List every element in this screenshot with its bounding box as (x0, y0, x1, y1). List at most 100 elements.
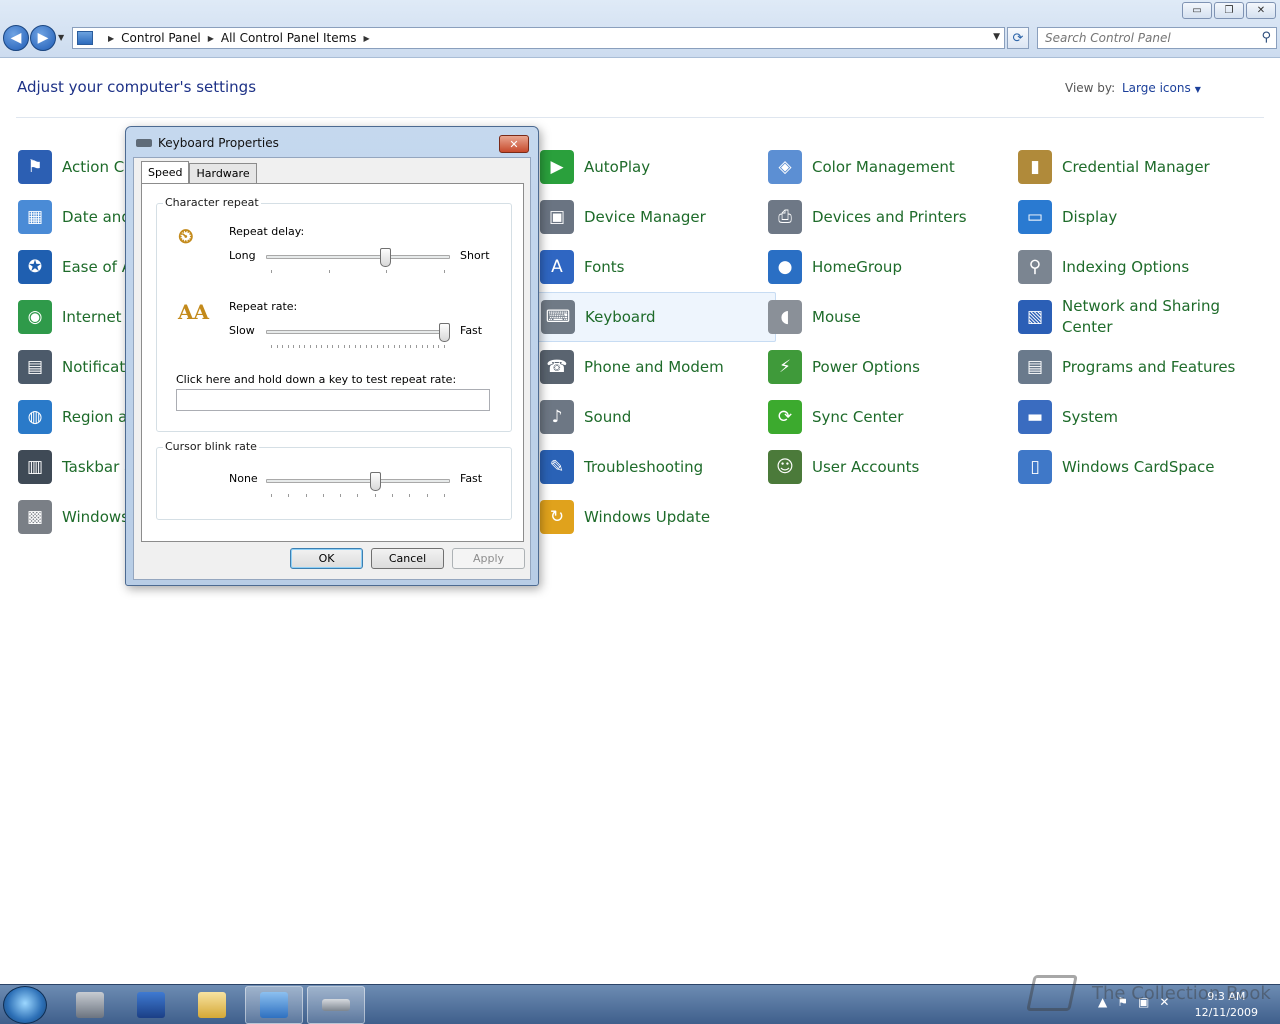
restore-button[interactable]: ❐ (1214, 2, 1244, 19)
cp-item-sync-center[interactable]: ⟳ Sync Center (750, 392, 990, 442)
flag-icon: ⚑ (18, 150, 52, 184)
taskbar-icon: ▥ (18, 450, 52, 484)
dialog-tabs: Speed Hardware (141, 161, 257, 183)
repeat-rate-slider[interactable] (439, 323, 450, 342)
cp-item-indexing-options[interactable]: ⚲ Indexing Options (1000, 242, 1240, 292)
taskbar-keyboard-properties[interactable] (307, 986, 365, 1024)
cp-item-homegroup[interactable]: ● HomeGroup (750, 242, 990, 292)
apply-button[interactable]: Apply (452, 548, 525, 569)
network-icon: ▧ (1018, 300, 1052, 334)
windows-update-icon: ↻ (540, 500, 574, 534)
taskbar-server-manager[interactable] (61, 986, 119, 1024)
cp-item-label: User Accounts (812, 457, 920, 476)
system-icon: ▬ (1018, 400, 1052, 434)
repeat-delay-track[interactable] (266, 255, 450, 259)
cp-item-devices-and-printers[interactable]: ⎙ Devices and Printers (750, 192, 990, 242)
firewall-icon: ▩ (18, 500, 52, 534)
cursor-blink-group: Cursor blink rate None Fast (156, 440, 512, 520)
cp-item-keyboard[interactable]: ⌨ Keyboard (536, 292, 776, 342)
homegroup-icon: ● (768, 250, 802, 284)
cp-item-mouse[interactable]: ◖ Mouse (750, 292, 990, 342)
printer-icon: ⎙ (768, 200, 802, 234)
taskbar-powershell[interactable] (122, 986, 180, 1024)
cp-item-windows-update[interactable]: ↻ Windows Update (522, 492, 762, 542)
cp-item-phone-and-modem[interactable]: ☎ Phone and Modem (522, 342, 762, 392)
cp-item-label: Phone and Modem (584, 357, 724, 376)
cp-item-label: Keyboard (585, 307, 656, 326)
character-repeat-group: Character repeat ⏲ Repeat delay: Long Sh… (156, 196, 512, 432)
repeat-delay-max-label: Short (460, 249, 490, 262)
breadcrumb-chevron-icon[interactable]: ▶ (364, 34, 370, 43)
cp-item-credential-manager[interactable]: ▮ Credential Manager (1000, 142, 1240, 192)
power-options-icon: ⚡ (768, 350, 802, 384)
cp-item-label: Sound (584, 407, 632, 426)
cp-item-fonts[interactable]: A Fonts (522, 242, 762, 292)
tab-speed[interactable]: Speed (141, 161, 190, 183)
cp-item-label: Display (1062, 207, 1118, 226)
search-icon[interactable]: ⚲ (1261, 30, 1271, 45)
calendar-clock-icon: ▦ (18, 200, 52, 234)
cp-item-color-management[interactable]: ◈ Color Management (750, 142, 990, 192)
cp-item-label: System (1062, 407, 1118, 426)
forward-button[interactable]: ▶ (30, 25, 56, 51)
cp-item-label: Color Management (812, 157, 955, 176)
server-manager-icon (76, 992, 104, 1018)
dialog-title: Keyboard Properties (158, 136, 279, 150)
cp-item-device-manager[interactable]: ▣ Device Manager (522, 192, 762, 242)
recent-pages-dropdown[interactable]: ▼ (58, 33, 64, 42)
cp-item-network-and-sharing-center[interactable]: ▧ Network and Sharing Center (1000, 292, 1240, 342)
repeat-rate-track[interactable] (266, 330, 450, 334)
speaker-icon: ♪ (540, 400, 574, 434)
cp-item-label: Power Options (812, 357, 920, 376)
cursor-blink-max-label: Fast (460, 472, 483, 485)
search-input[interactable] (1038, 28, 1248, 48)
cp-item-display[interactable]: ▭ Display (1000, 192, 1240, 242)
breadcrumb-chevron-icon[interactable]: ▶ (208, 34, 214, 43)
start-button[interactable] (3, 986, 47, 1024)
cancel-button[interactable]: Cancel (371, 548, 444, 569)
minimize-button[interactable]: ▭ (1182, 2, 1212, 19)
ok-button[interactable]: OK (290, 548, 363, 569)
cp-item-label: Devices and Printers (812, 207, 967, 226)
search-box[interactable]: ⚲ (1037, 27, 1277, 49)
cp-item-windows-cardspace[interactable]: ▯ Windows CardSpace (1000, 442, 1240, 492)
back-button[interactable]: ◀ (3, 25, 29, 51)
cp-item-label: HomeGroup (812, 257, 902, 276)
cp-item-system[interactable]: ▬ System (1000, 392, 1240, 442)
dialog-title-bar[interactable]: Keyboard Properties (136, 136, 279, 150)
back-arrow-icon: ◀ (10, 30, 22, 46)
cp-item-user-accounts[interactable]: ☺ User Accounts (750, 442, 990, 492)
folder-icon (198, 992, 226, 1018)
cp-item-label: Programs and Features (1062, 357, 1236, 376)
cp-item-label: Device Manager (584, 207, 706, 226)
cursor-blink-slider[interactable] (369, 472, 381, 491)
view-by-dropdown[interactable]: Large icons ▼ (1122, 81, 1201, 95)
cursor-blink-track[interactable] (266, 479, 450, 483)
refresh-button[interactable]: ⟳ (1007, 27, 1029, 49)
color-management-icon: ◈ (768, 150, 802, 184)
dialog-close-button[interactable]: ✕ (499, 135, 529, 153)
cp-item-sound[interactable]: ♪ Sound (522, 392, 762, 442)
cp-item-programs-and-features[interactable]: ▤ Programs and Features (1000, 342, 1240, 392)
repeat-delay-slider[interactable] (380, 248, 392, 267)
test-repeat-label: Click here and hold down a key to test r… (176, 373, 457, 386)
test-repeat-input[interactable] (176, 389, 490, 411)
breadcrumb-chevron-icon[interactable]: ▶ (108, 34, 114, 43)
cp-item-power-options[interactable]: ⚡ Power Options (750, 342, 990, 392)
control-panel-icon (260, 992, 288, 1018)
taskbar-control-panel[interactable] (245, 986, 303, 1024)
address-dropdown-icon[interactable]: ▼ (993, 32, 1000, 42)
keyboard-icon (136, 139, 152, 147)
tab-hardware[interactable]: Hardware (189, 163, 257, 183)
cp-item-label: AutoPlay (584, 157, 651, 176)
user-accounts-icon: ☺ (768, 450, 802, 484)
breadcrumb-all-items[interactable]: All Control Panel Items (221, 31, 357, 45)
breadcrumb-control-panel[interactable]: Control Panel (121, 31, 201, 45)
cp-item-label: Network and Sharing Center (1062, 297, 1220, 336)
cp-item-autoplay[interactable]: ▶ AutoPlay (522, 142, 762, 192)
watermark-text: The Collection Book (1092, 982, 1271, 1004)
address-bar[interactable]: ▶ Control Panel ▶ All Control Panel Item… (72, 27, 1005, 49)
taskbar-explorer[interactable] (183, 986, 241, 1024)
cp-item-troubleshooting[interactable]: ✎ Troubleshooting (522, 442, 762, 492)
close-window-button[interactable]: ✕ (1246, 2, 1276, 19)
